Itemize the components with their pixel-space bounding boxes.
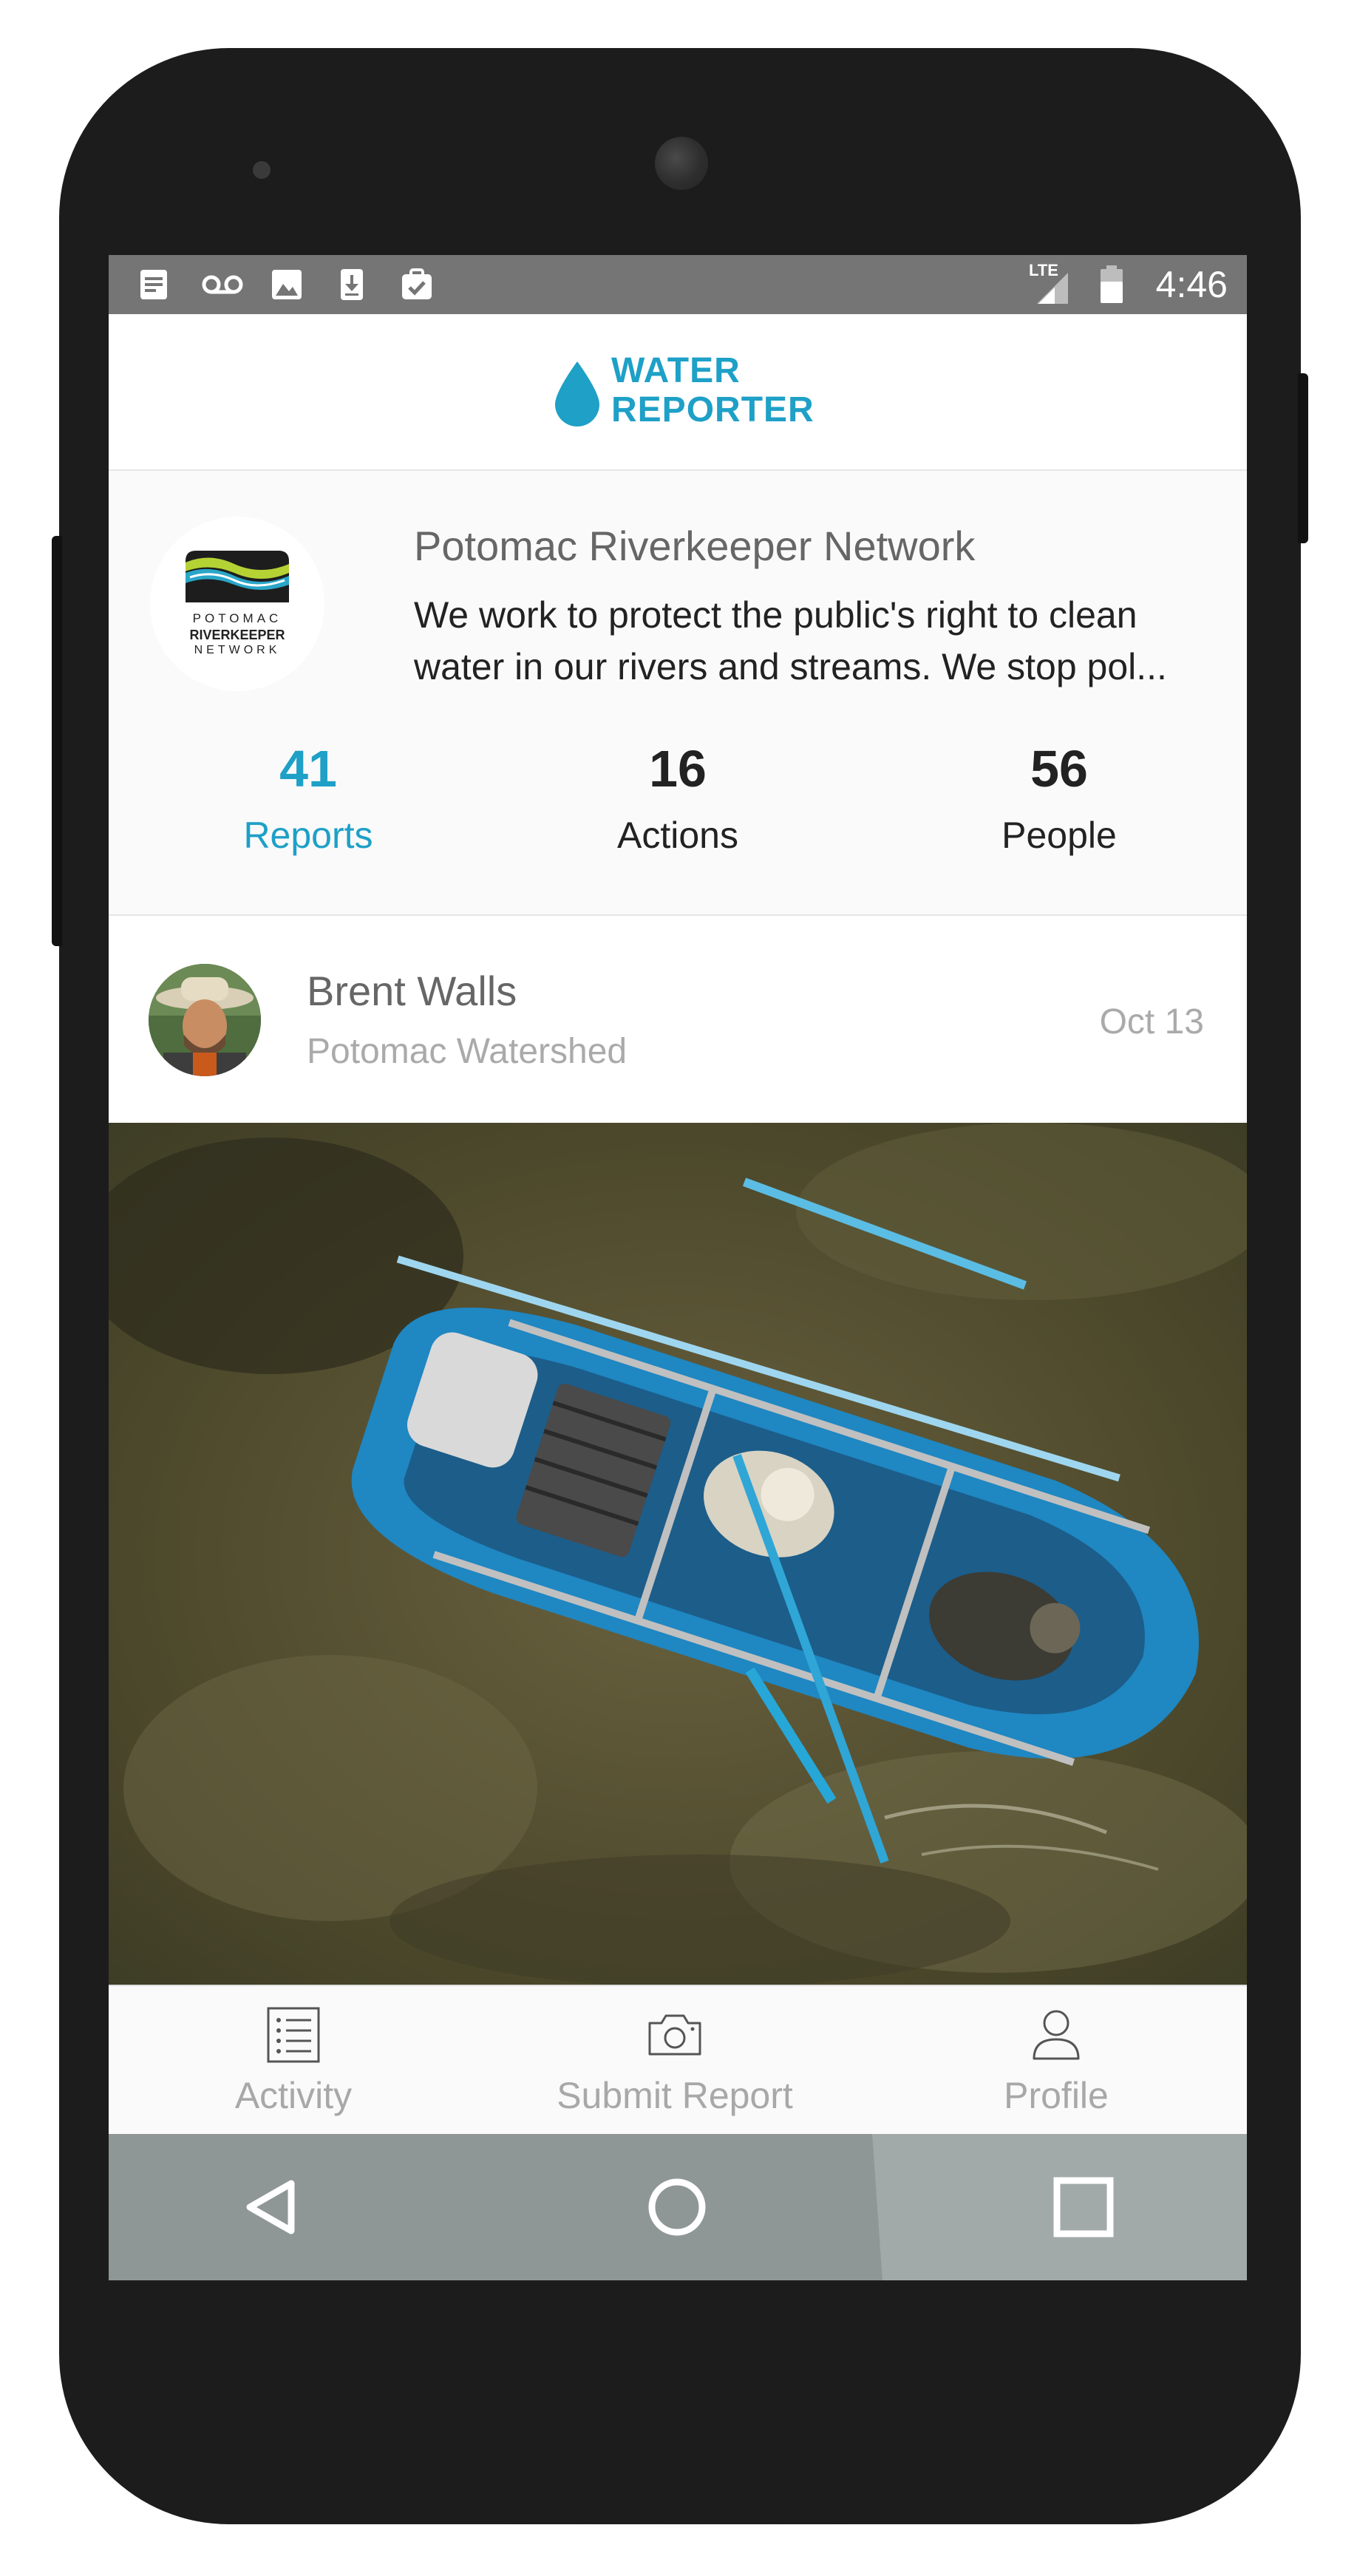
download-icon — [341, 269, 363, 300]
logo-line-1: WATER — [611, 351, 741, 390]
activity-list-icon — [267, 2007, 320, 2063]
tab-label: Profile — [1004, 2075, 1109, 2116]
app-logo: WATER REPORTER — [611, 351, 814, 429]
back-icon[interactable] — [229, 2166, 312, 2249]
river-logo-icon — [186, 551, 289, 602]
signal-icon — [1037, 273, 1068, 304]
image-icon — [272, 270, 302, 299]
organization-name[interactable]: Potomac Riverkeeper Network — [414, 523, 975, 570]
stat-label: Reports — [243, 815, 373, 856]
front-camera — [655, 137, 708, 190]
tab-label: Activity — [234, 2075, 353, 2116]
phone-sensor — [253, 161, 271, 179]
document-icon — [140, 270, 167, 299]
stat-value: 41 — [279, 740, 337, 798]
aerial-raft-illustration — [109, 1123, 1247, 1985]
avatar[interactable] — [149, 964, 261, 1076]
status-bar: LTE 4:46 — [109, 255, 1247, 314]
status-time: 4:46 — [1155, 264, 1228, 305]
stat-value: 16 — [649, 740, 707, 798]
stat-label: People — [1001, 815, 1117, 856]
phone-side-button-right — [1298, 373, 1308, 543]
tab-submit-report[interactable]: Submit Report — [490, 1986, 860, 2134]
person-icon — [1033, 2010, 1080, 2060]
recents-icon[interactable] — [1042, 2166, 1125, 2249]
stat-people[interactable]: 56 People — [904, 739, 1214, 859]
tab-profile[interactable]: Profile — [871, 1986, 1241, 2134]
phone-side-button-left — [52, 536, 62, 946]
organization-description: We work to protect the public's right to… — [414, 594, 1167, 687]
avatar-image — [149, 964, 261, 1076]
screen: LTE 4:46 WATER REPORTER POTOMAC RIVERKEE… — [109, 255, 1247, 2280]
home-icon[interactable] — [636, 2166, 718, 2249]
system-nav-bar — [109, 2134, 1247, 2280]
stat-value: 56 — [1030, 740, 1088, 798]
logo-line-2: REPORTER — [611, 390, 814, 429]
report-header[interactable]: Brent Walls Potomac Watershed Oct 13 — [109, 916, 1247, 1123]
water-drop-icon — [555, 361, 599, 426]
logo-word-2: RIVERKEEPER — [189, 628, 285, 642]
voicemail-icon — [202, 275, 243, 294]
app-header: WATER REPORTER — [109, 314, 1247, 471]
camera-icon — [648, 2014, 701, 2056]
report-author[interactable]: Brent Walls — [307, 968, 517, 1015]
stat-label: Actions — [617, 815, 738, 856]
logo-word-3: NETWORK — [194, 644, 281, 656]
tab-label: Submit Report — [557, 2075, 793, 2116]
tab-activity[interactable]: Activity — [109, 1986, 478, 2134]
clipboard-check-icon — [402, 268, 432, 299]
organization-logo[interactable]: POTOMAC RIVERKEEPER NETWORK — [150, 517, 324, 691]
battery-icon — [1101, 265, 1123, 303]
logo-word-1: POTOMAC — [192, 611, 282, 625]
stat-actions[interactable]: 16 Actions — [523, 739, 833, 859]
stat-reports[interactable]: 41 Reports — [153, 739, 463, 859]
report-location[interactable]: Potomac Watershed — [307, 1030, 627, 1073]
report-date: Oct 13 — [1099, 1002, 1204, 1041]
tab-bar: Activity Submit Report Profile — [109, 1985, 1247, 2134]
report-photo[interactable] — [109, 1123, 1247, 1985]
organization-card[interactable]: POTOMAC RIVERKEEPER NETWORK Potomac Rive… — [109, 471, 1247, 916]
